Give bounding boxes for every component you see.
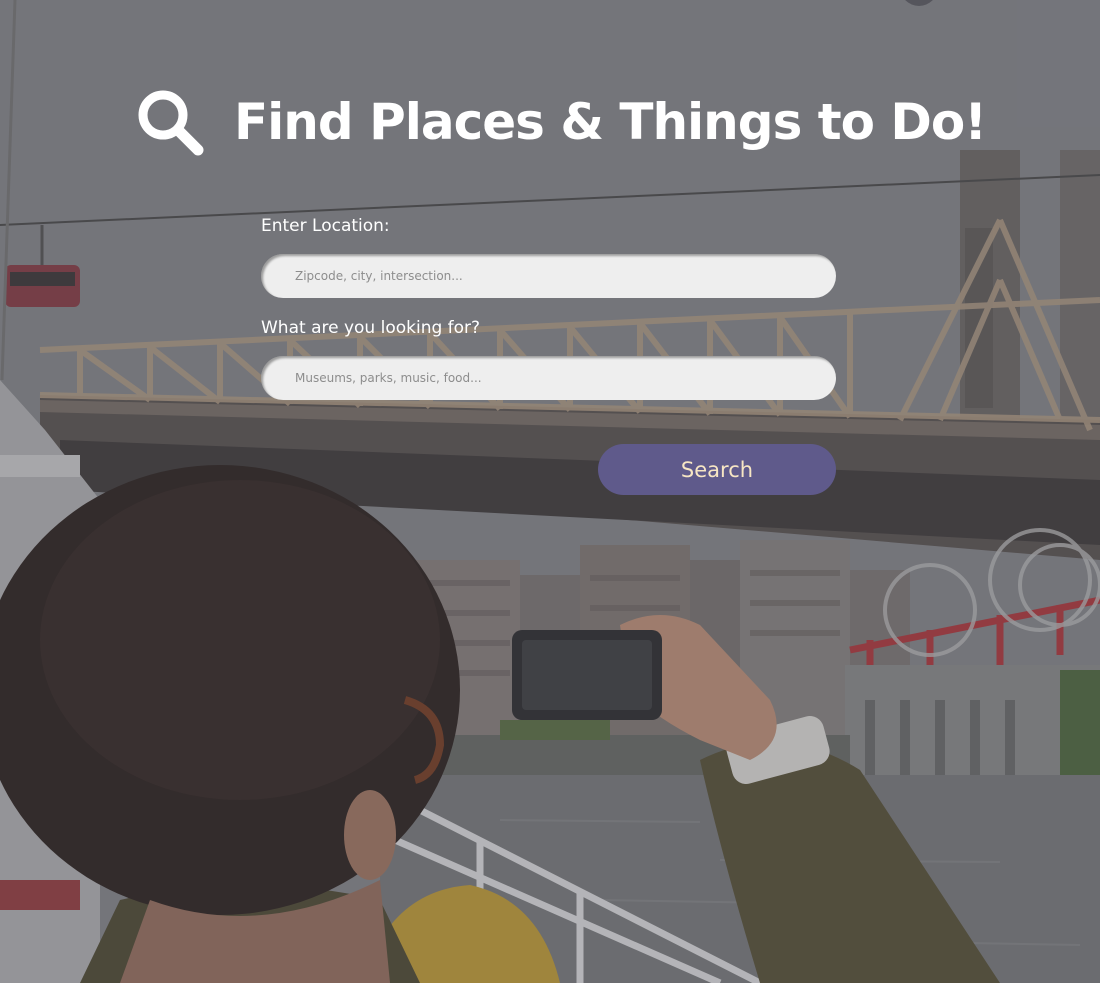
query-label: What are you looking for? — [261, 318, 481, 338]
location-input[interactable] — [261, 254, 836, 298]
page-header: Find Places & Things to Do! — [136, 82, 987, 162]
search-form: Enter Location: What are you looking for… — [261, 212, 837, 495]
search-button[interactable]: Search — [598, 444, 836, 495]
query-input[interactable] — [261, 356, 836, 400]
page-title: Find Places & Things to Do! — [234, 93, 987, 151]
search-icon — [138, 90, 204, 156]
location-label: Enter Location: — [261, 216, 390, 236]
